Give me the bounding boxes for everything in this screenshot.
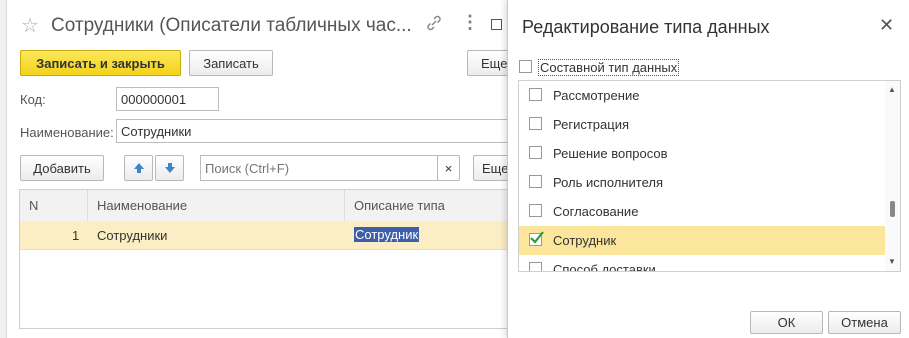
list-item-label: Роль исполнителя bbox=[553, 175, 664, 190]
more-icon[interactable]: ⋮ bbox=[461, 12, 479, 33]
list-item-label: Регистрация bbox=[553, 117, 629, 132]
scrollbar-thumb[interactable] bbox=[890, 201, 895, 217]
scroll-up-icon[interactable]: ▲ bbox=[888, 85, 896, 94]
checkbox[interactable] bbox=[529, 175, 542, 188]
list-item-label: Способ доставки bbox=[553, 262, 656, 272]
checkbox[interactable] bbox=[529, 204, 542, 217]
row-name: Сотрудники bbox=[97, 228, 168, 243]
list-item-label: Рассмотрение bbox=[553, 88, 640, 103]
arrow-down-icon bbox=[164, 163, 175, 173]
vertical-scrollbar[interactable]: ▲ ▼ bbox=[885, 81, 900, 271]
list-item-label: Сотрудник bbox=[553, 233, 617, 248]
code-field[interactable]: 000000001 bbox=[116, 87, 219, 111]
list-item-selected[interactable]: Сотрудник bbox=[519, 226, 887, 255]
checkbox[interactable] bbox=[529, 262, 542, 271]
checkbox[interactable] bbox=[529, 88, 542, 101]
checkbox[interactable] bbox=[529, 146, 542, 159]
save-and-close-button[interactable]: Записать и закрыть bbox=[20, 50, 181, 76]
composite-type-label[interactable]: Составной тип данных bbox=[538, 59, 680, 76]
maximize-icon[interactable] bbox=[491, 19, 502, 30]
checkbox[interactable] bbox=[529, 117, 542, 130]
search-input[interactable] bbox=[200, 155, 438, 181]
save-button[interactable]: Записать bbox=[189, 50, 273, 76]
move-down-button[interactable] bbox=[155, 155, 184, 181]
type-list[interactable]: Рассмотрение Регистрация Решение вопросо… bbox=[518, 80, 901, 272]
code-label: Код: bbox=[20, 92, 46, 107]
list-item[interactable]: Решение вопросов bbox=[519, 139, 887, 168]
column-header-name[interactable]: Наименование bbox=[97, 198, 187, 213]
dialog-title: Редактирование типа данных bbox=[522, 17, 770, 37]
edit-data-type-dialog: Редактирование типа данных ✕ Составной т… bbox=[507, 0, 909, 338]
column-header-n[interactable]: N bbox=[29, 198, 38, 213]
list-item[interactable]: Рассмотрение bbox=[519, 81, 887, 110]
checkmark-icon bbox=[530, 231, 544, 244]
close-icon[interactable]: ✕ bbox=[879, 15, 894, 36]
link-icon[interactable] bbox=[425, 14, 443, 35]
row-type-description[interactable]: Сотрудник bbox=[354, 227, 420, 242]
name-field[interactable]: Сотрудники bbox=[116, 119, 526, 143]
main-window: ☆ Сотрудники (Описатели табличных час...… bbox=[6, 0, 527, 338]
table-row[interactable]: 1 Сотрудники Сотрудник bbox=[20, 221, 514, 250]
list-item-label: Согласование bbox=[553, 204, 639, 219]
column-divider bbox=[87, 190, 88, 221]
checkbox-checked[interactable] bbox=[529, 231, 544, 246]
name-label: Наименование: bbox=[20, 125, 114, 140]
window-title: Сотрудники (Описатели табличных час... bbox=[51, 15, 412, 36]
list-item[interactable]: Роль исполнителя bbox=[519, 168, 887, 197]
list-item-label: Решение вопросов bbox=[553, 146, 668, 161]
add-button[interactable]: Добавить bbox=[20, 155, 104, 181]
column-divider bbox=[344, 190, 345, 221]
ok-button[interactable]: ОК bbox=[750, 311, 823, 334]
row-number: 1 bbox=[72, 228, 80, 243]
table-header: N Наименование Описание типа bbox=[20, 190, 514, 222]
attributes-table[interactable]: N Наименование Описание типа 1 Сотрудник… bbox=[19, 189, 515, 329]
list-item[interactable]: Регистрация bbox=[519, 110, 887, 139]
clear-search-button[interactable]: × bbox=[437, 155, 460, 181]
composite-type-checkbox[interactable] bbox=[519, 60, 532, 73]
cancel-button[interactable]: Отмена bbox=[828, 311, 901, 334]
list-item[interactable]: Способ доставки bbox=[519, 255, 887, 272]
star-icon[interactable]: ☆ bbox=[21, 13, 39, 38]
scroll-down-icon[interactable]: ▼ bbox=[888, 257, 896, 266]
list-item[interactable]: Согласование bbox=[519, 197, 887, 226]
arrow-up-icon bbox=[133, 163, 144, 173]
column-header-type-description[interactable]: Описание типа bbox=[354, 198, 445, 213]
move-up-button[interactable] bbox=[124, 155, 153, 181]
